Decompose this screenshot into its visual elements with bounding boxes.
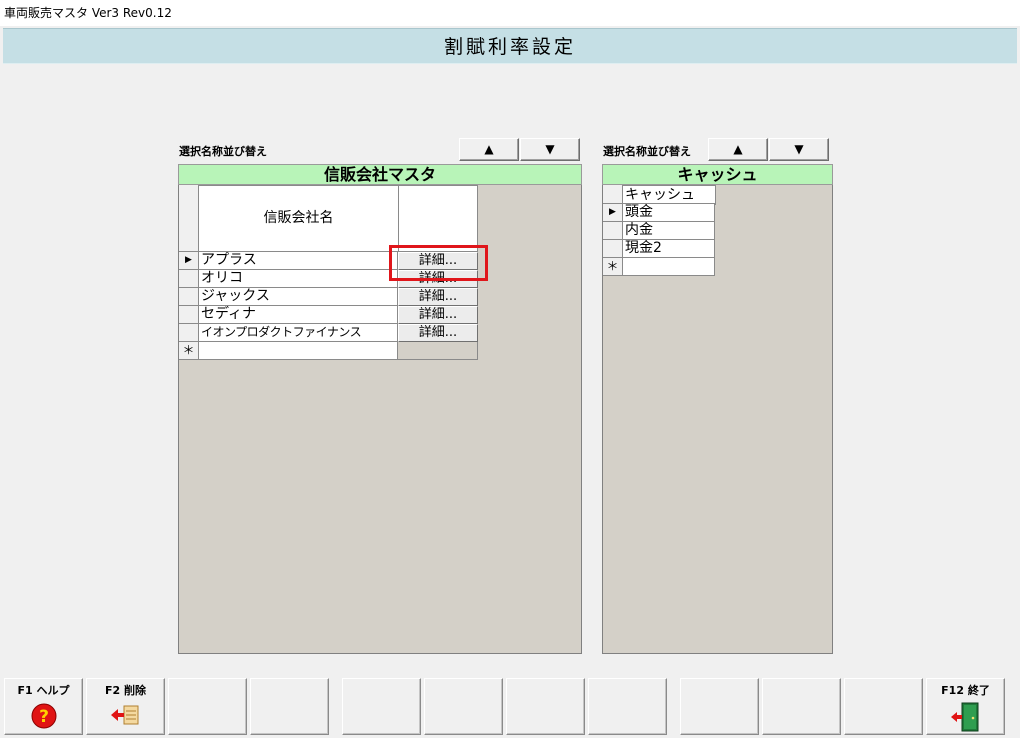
row-selector[interactable] <box>179 270 199 288</box>
left-grid: 信販会社名 ▶ アプラス 詳細... オリコ 詳細... ジャックス 詳細...… <box>178 185 582 654</box>
f10-empty-button[interactable] <box>762 678 841 735</box>
left-sort-label: 選択名称並び替え <box>179 145 267 158</box>
company-name-cell[interactable]: オリコ <box>198 269 398 288</box>
left-column-header-name: 信販会社名 <box>198 185 399 252</box>
company-name-new-cell[interactable] <box>198 341 398 360</box>
row-selector-current[interactable]: ▶ <box>179 252 199 270</box>
delete-arrow-icon <box>110 705 138 725</box>
row-selector[interactable] <box>603 222 623 240</box>
detail-button-row-2[interactable]: 詳細... <box>398 270 478 288</box>
right-sort-down-button[interactable]: ▼ <box>769 138 829 161</box>
left-sort-up-button[interactable]: ▲ <box>459 138 519 161</box>
f12-label: F12 終了 <box>941 684 990 697</box>
f1-help-button[interactable]: F1 ヘルプ ? <box>4 678 83 735</box>
detail-button-row-4[interactable]: 詳細... <box>398 306 478 324</box>
row-selector[interactable] <box>179 306 199 324</box>
right-sort-label: 選択名称並び替え <box>603 145 691 158</box>
f3-empty-button[interactable] <box>168 678 247 735</box>
left-header-selector <box>179 185 199 252</box>
page-title: 割賦利率設定 <box>3 28 1017 64</box>
right-column-header-name: キャッシュ <box>622 185 716 205</box>
f7-empty-button[interactable] <box>506 678 585 735</box>
right-header-selector <box>603 185 623 204</box>
right-sort-up-button[interactable]: ▲ <box>708 138 768 161</box>
f1-label: F1 ヘルプ <box>17 684 70 697</box>
company-name-cell[interactable]: イオンプロダクトファイナンス <box>198 323 398 342</box>
row-selector-new[interactable]: ＊ <box>603 258 623 276</box>
company-name-cell[interactable]: セディナ <box>198 305 398 324</box>
right-panel-title: キャッシュ <box>602 164 833 185</box>
detail-button-row-5[interactable]: 詳細... <box>398 324 478 342</box>
f4-empty-button[interactable] <box>250 678 329 735</box>
cash-name-cell[interactable]: 現金2 <box>622 239 715 258</box>
f2-label: F2 削除 <box>105 684 146 697</box>
row-selector[interactable] <box>179 324 199 342</box>
help-icon: ? <box>31 703 56 729</box>
left-panel-title: 信販会社マスタ <box>178 164 582 185</box>
left-column-header-detail <box>398 185 478 252</box>
cash-name-cell[interactable]: 内金 <box>622 221 715 240</box>
row-selector-new[interactable]: ＊ <box>179 342 199 360</box>
f2-delete-button[interactable]: F2 削除 <box>86 678 165 735</box>
row-selector[interactable] <box>603 240 623 258</box>
window-title: 車両販売マスタ Ver3 Rev0.12 <box>0 0 1020 26</box>
company-name-cell[interactable]: アプラス <box>198 251 398 270</box>
detail-button-row-1[interactable]: 詳細... <box>398 252 478 270</box>
f9-empty-button[interactable] <box>680 678 759 735</box>
cash-name-new-cell[interactable] <box>622 257 715 276</box>
f12-exit-button[interactable]: F12 終了 <box>926 678 1005 735</box>
company-name-cell[interactable]: ジャックス <box>198 287 398 306</box>
svg-text:?: ? <box>39 707 49 727</box>
cash-name-cell[interactable]: 頭金 <box>622 203 715 222</box>
f11-empty-button[interactable] <box>844 678 923 735</box>
f5-empty-button[interactable] <box>342 678 421 735</box>
f8-empty-button[interactable] <box>588 678 667 735</box>
left-sort-down-button[interactable]: ▼ <box>520 138 580 161</box>
detail-new-cell <box>398 342 478 360</box>
f6-empty-button[interactable] <box>424 678 503 735</box>
right-grid: キャッシュ ▶ 頭金 内金 現金2 ＊ <box>602 185 833 654</box>
row-selector[interactable] <box>179 288 199 306</box>
detail-button-row-3[interactable]: 詳細... <box>398 288 478 306</box>
exit-door-icon <box>950 702 978 732</box>
row-selector-current[interactable]: ▶ <box>603 204 623 222</box>
